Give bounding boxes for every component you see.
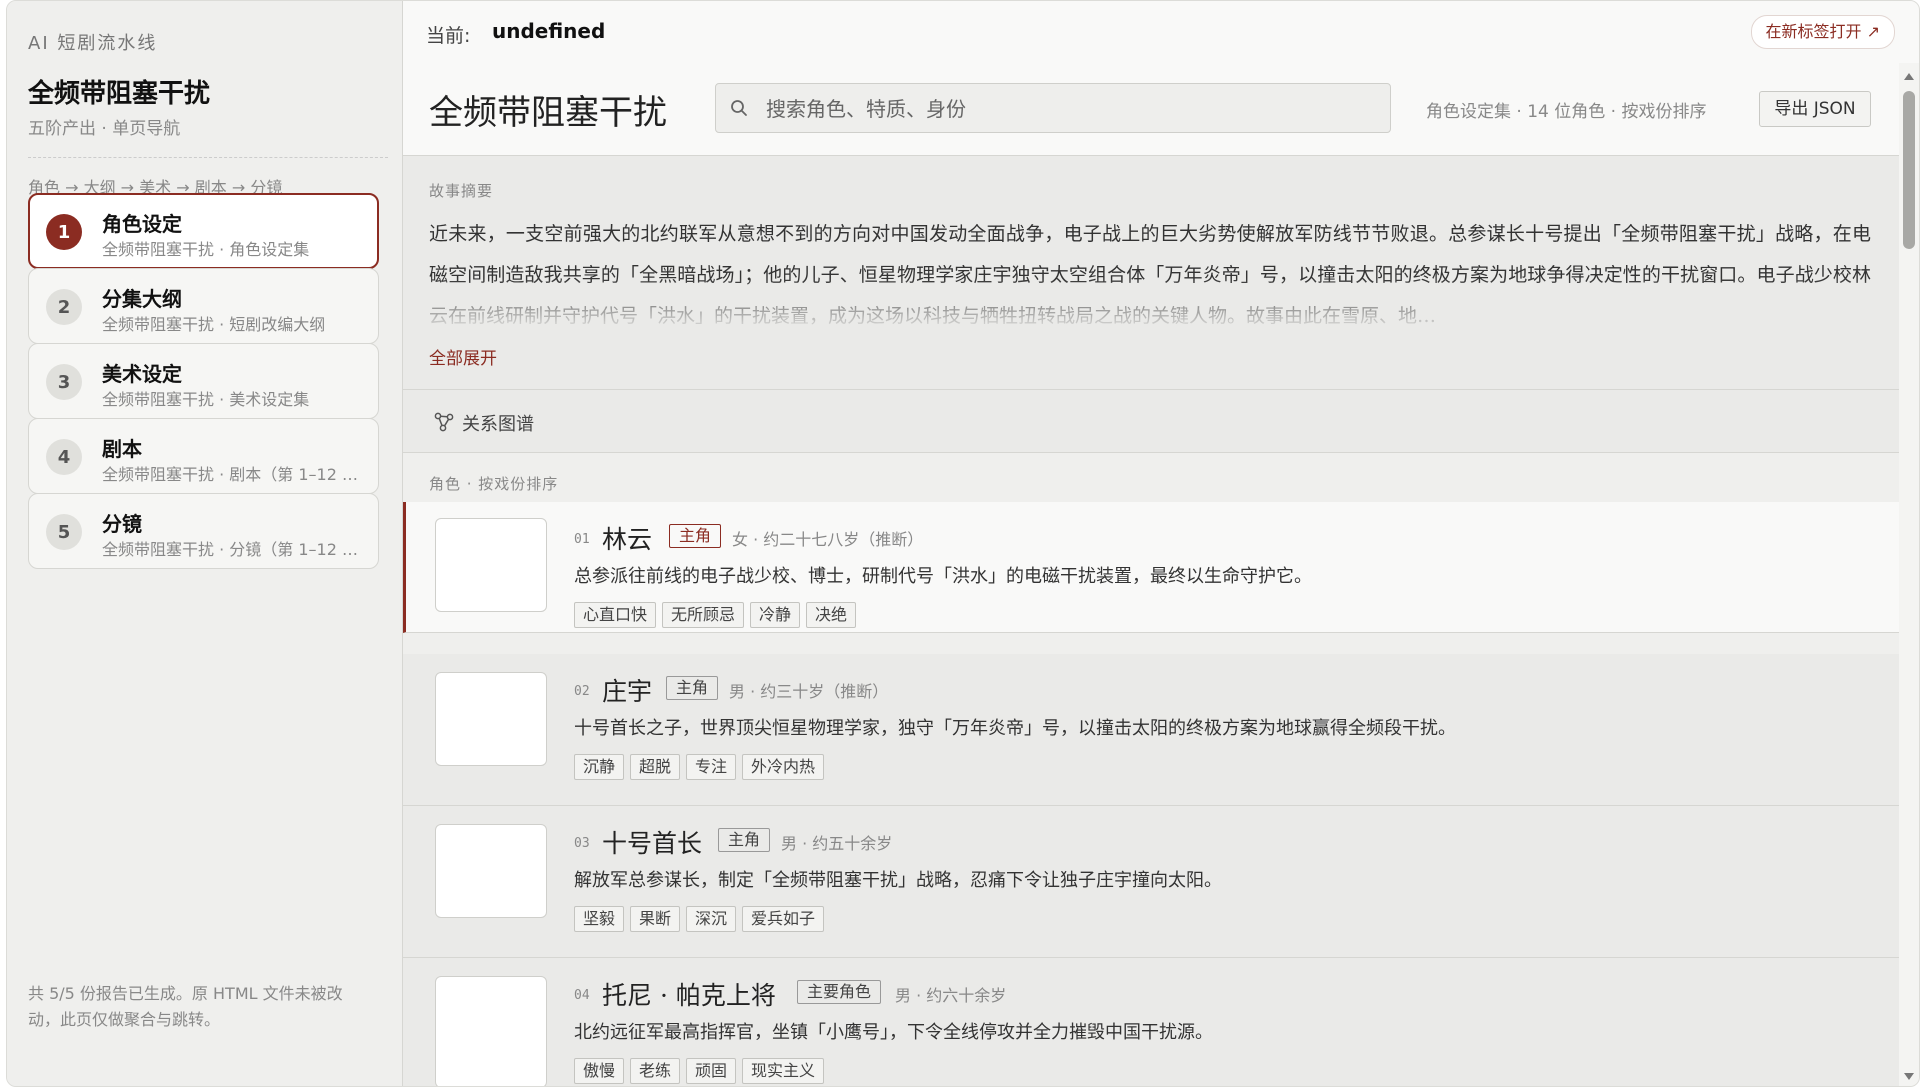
trait-tag: 沉静	[574, 754, 625, 780]
page-header: 全频带阻塞干扰 角色设定集 · 14 位角色 · 按戏份排序 导出 JSON	[403, 63, 1899, 156]
character-portrait	[435, 518, 547, 612]
step-subtitle: 全频带阻塞干扰 · 分镜（第 1–12 集）	[102, 540, 370, 559]
trait-tag: 决绝	[806, 602, 857, 628]
step-title: 剧本	[102, 437, 142, 461]
character-name: 林云	[602, 525, 653, 554]
character-number: 04	[574, 988, 590, 1003]
character-card[interactable]: 02 庄宇 主角 男 · 约三十岁（推断） 十号首长之子，世界顶尖恒星物理学家，…	[403, 654, 1899, 806]
character-card[interactable]: 03 十号首长 主角 男 · 约五十余岁 解放军总参谋长，制定「全频带阻塞干扰」…	[403, 806, 1899, 958]
trait-tags: 心直口快 无所顾忌 冷静 决绝	[574, 602, 857, 628]
character-name: 十号首长	[602, 829, 703, 858]
character-info: 男 · 约六十余岁	[895, 986, 1007, 1005]
summary-fade	[429, 278, 1871, 328]
sidebar-step-outline[interactable]: 2 分集大纲 全频带阻塞干扰 · 短剧改编大纲	[28, 268, 379, 344]
brand-label: AI 短剧流水线	[28, 33, 158, 54]
character-name: 庄宇	[602, 677, 653, 706]
trait-tag: 深沉	[686, 906, 737, 932]
trait-tag: 冷静	[750, 602, 801, 628]
character-info: 男 · 约三十岁（推断）	[729, 682, 889, 701]
app-window: AI 短剧流水线 全频带阻塞干扰 五阶产出 · 单页导航 角色 → 大纲 → 美…	[6, 0, 1920, 1087]
search-icon	[731, 100, 747, 116]
sidebar-footer-note: 共 5/5 份报告已生成。原 HTML 文件未被改动，此页仅做聚合与跳转。	[28, 984, 343, 1029]
scroll-up-arrow-icon[interactable]	[1904, 73, 1914, 80]
character-portrait	[435, 824, 547, 918]
open-new-tab-button[interactable]: 在新标签打开 ↗	[1750, 15, 1895, 49]
step-title: 分镜	[102, 512, 142, 536]
sidebar-divider	[28, 157, 388, 158]
character-description: 解放军总参谋长，制定「全频带阻塞干扰」战略，忍痛下令让独子庄宇撞向太阳。	[574, 870, 1222, 891]
step-number: 3	[46, 364, 82, 400]
step-number: 5	[46, 514, 82, 550]
character-info: 女 · 约二十七八岁（推断）	[732, 530, 924, 549]
main-panel: 当前: undefined 在新标签打开 ↗ 全频带阻塞干扰 角色设定集 · 1…	[403, 1, 1919, 1086]
search-box[interactable]	[715, 83, 1391, 133]
scrollbar-thumb[interactable]	[1903, 91, 1915, 249]
character-description: 总参派往前线的电子战少校、博士，研制代号「洪水」的电磁干扰装置，最终以生命守护它…	[574, 566, 1312, 587]
character-number: 02	[574, 684, 590, 699]
top-bar: 当前: undefined 在新标签打开 ↗	[403, 1, 1919, 64]
trait-tags: 坚毅 果断 深沉 爱兵如子	[574, 906, 825, 932]
scroll-down-arrow-icon[interactable]	[1904, 1073, 1914, 1080]
project-subtitle: 五阶产出 · 单页导航	[28, 119, 181, 139]
trait-tag: 现实主义	[742, 1058, 825, 1084]
step-subtitle: 全频带阻塞干扰 · 剧本（第 1–12 集）	[102, 465, 370, 484]
trait-tags: 傲慢 老练 顽固 现实主义	[574, 1058, 825, 1084]
sidebar-step-art[interactable]: 3 美术设定 全频带阻塞干扰 · 美术设定集	[28, 343, 379, 419]
character-card[interactable]: 01 林云 主角 女 · 约二十七八岁（推断） 总参派往前线的电子战少校、博士，…	[403, 502, 1902, 633]
page-title: 全频带阻塞干扰	[429, 93, 667, 133]
step-title: 分集大纲	[102, 287, 182, 311]
trait-tag: 果断	[630, 906, 681, 932]
trait-tag: 专注	[686, 754, 737, 780]
step-number: 1	[46, 214, 82, 250]
role-badge: 主角	[669, 524, 722, 548]
step-subtitle: 全频带阻塞干扰 · 美术设定集	[102, 390, 310, 409]
relationship-graph-toggle[interactable]: 关系图谱	[403, 390, 1899, 453]
project-title: 全频带阻塞干扰	[28, 79, 211, 109]
trait-tag: 无所顾忌	[662, 602, 745, 628]
trait-tag: 爱兵如子	[742, 906, 825, 932]
character-number: 03	[574, 836, 590, 851]
trait-tag: 坚毅	[574, 906, 625, 932]
graph-label: 关系图谱	[462, 414, 534, 435]
expand-all-link[interactable]: 全部展开	[429, 344, 497, 369]
story-summary: 故事摘要 近未来，一支空前强大的北约联军从意想不到的方向对中国发动全面战争，电子…	[403, 156, 1899, 390]
summary-label: 故事摘要	[429, 182, 494, 200]
trait-tag: 外冷内热	[742, 754, 825, 780]
trait-tag: 超脱	[630, 754, 681, 780]
search-input[interactable]	[764, 92, 1368, 126]
sidebar-step-script[interactable]: 4 剧本 全频带阻塞干扰 · 剧本（第 1–12 集）	[28, 418, 379, 494]
step-subtitle: 全频带阻塞干扰 · 角色设定集	[102, 240, 310, 259]
step-number: 4	[46, 439, 82, 475]
role-badge: 主角	[666, 676, 719, 700]
character-description: 北约远征军最高指挥官，坐镇「小鹰号」，下令全线停攻并全力摧毁中国干扰源。	[574, 1022, 1213, 1043]
trait-tags: 沉静 超脱 专注 外冷内热	[574, 754, 825, 780]
character-card[interactable]: 04 托尼 · 帕克上将 主要角色 男 · 约六十余岁 北约远征军最高指挥官，坐…	[403, 958, 1899, 1086]
role-badge: 主要角色	[797, 980, 882, 1004]
step-title: 角色设定	[102, 212, 182, 236]
graph-icon	[434, 412, 454, 432]
character-info: 男 · 约五十余岁	[781, 834, 893, 853]
character-portrait	[435, 672, 547, 766]
trait-tag: 傲慢	[574, 1058, 625, 1084]
character-portrait	[435, 976, 547, 1086]
trait-tag: 心直口快	[574, 602, 657, 628]
trait-tag: 顽固	[686, 1058, 737, 1084]
character-description: 十号首长之子，世界顶尖恒星物理学家，独守「万年炎帝」号，以撞击太阳的终极方案为地…	[574, 718, 1456, 739]
roles-section-label: 角色 · 按戏份排序	[429, 475, 559, 493]
current-label: 当前:	[426, 25, 471, 47]
current-value: undefined	[492, 19, 606, 43]
trait-tag: 老练	[630, 1058, 681, 1084]
step-subtitle: 全频带阻塞干扰 · 短剧改编大纲	[102, 315, 326, 334]
sidebar-step-roles[interactable]: 1 角色设定 全频带阻塞干扰 · 角色设定集	[28, 193, 379, 269]
step-title: 美术设定	[102, 362, 182, 386]
sidebar-step-storyboard[interactable]: 5 分镜 全频带阻塞干扰 · 分镜（第 1–12 集）	[28, 493, 379, 569]
export-json-button[interactable]: 导出 JSON	[1759, 91, 1871, 127]
sidebar: AI 短剧流水线 全频带阻塞干扰 五阶产出 · 单页导航 角色 → 大纲 → 美…	[7, 1, 403, 1086]
role-badge: 主角	[718, 828, 771, 852]
collection-meta: 角色设定集 · 14 位角色 · 按戏份排序	[1426, 102, 1707, 122]
vertical-scrollbar[interactable]	[1899, 63, 1919, 1086]
character-name: 托尼 · 帕克上将	[602, 981, 776, 1010]
step-number: 2	[46, 289, 82, 325]
character-number: 01	[574, 532, 590, 547]
